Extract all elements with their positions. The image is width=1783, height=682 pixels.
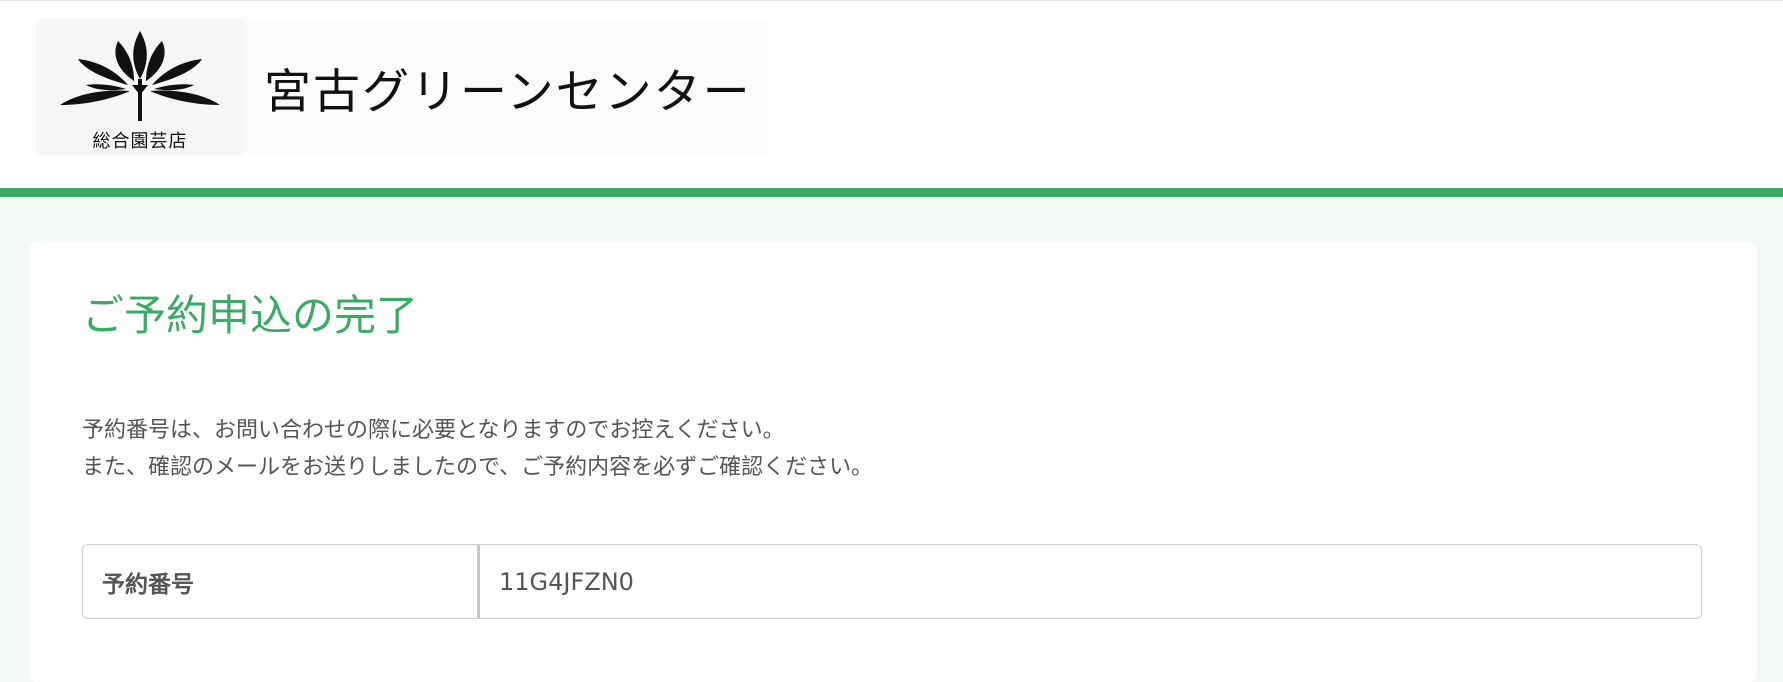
store-logo[interactable]: 総合園芸店 宮古グリーンセンター xyxy=(36,19,768,155)
lotus-icon xyxy=(60,31,220,121)
message-line: また、確認のメールをお送りしましたので、ご予約内容を必ずご確認ください。 xyxy=(82,455,874,480)
site-header: 総合園芸店 宮古グリーンセンター xyxy=(0,0,1783,197)
logo-mark: 総合園芸店 xyxy=(36,19,244,155)
completion-message: 予約番号は、お問い合わせの際に必要となりますのでお控えください。 また、確認のメ… xyxy=(82,412,873,486)
page-title: ご予約申込の完了 xyxy=(82,291,419,340)
reservation-number-value: 11G4JFZN0 xyxy=(499,567,634,596)
completion-card: ご予約申込の完了 予約番号は、お問い合わせの際に必要となりますのでお控えください… xyxy=(29,242,1757,682)
reservation-table: 予約番号 11G4JFZN0 xyxy=(82,544,1702,619)
message-line: 予約番号は、お問い合わせの際に必要となりますのでお控えください。 xyxy=(82,418,785,443)
logo-subtitle: 総合園芸店 xyxy=(92,131,188,152)
reservation-number-label: 予約番号 xyxy=(83,545,480,618)
store-name: 宮古グリーンセンター xyxy=(264,65,752,120)
